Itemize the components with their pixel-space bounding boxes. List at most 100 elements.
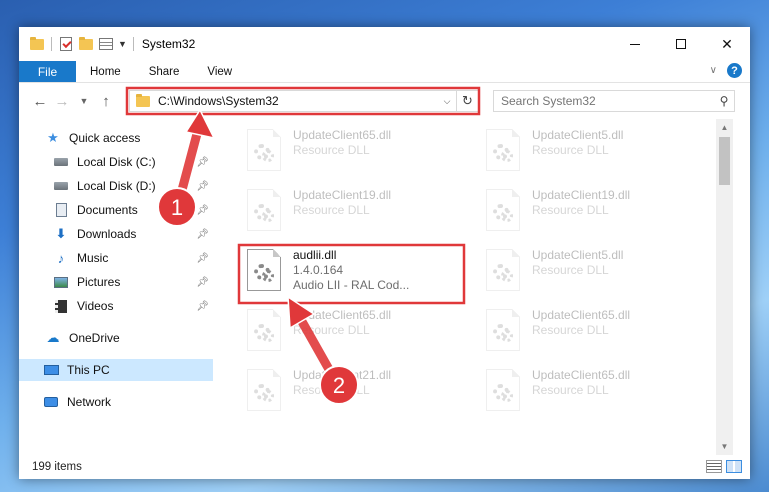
dll-file-icon bbox=[247, 129, 281, 171]
file-type: Resource DLL bbox=[293, 203, 370, 217]
tab-home[interactable]: Home bbox=[76, 61, 135, 82]
maximize-button[interactable] bbox=[658, 27, 704, 61]
tab-file[interactable]: File bbox=[19, 61, 76, 82]
file-name: UpdateClient65.dll bbox=[532, 308, 631, 322]
file-type: Resource DLL bbox=[293, 143, 370, 157]
file-type: Resource DLL bbox=[532, 263, 609, 277]
file-item[interactable]: UpdateClient19.dll Resource DLL bbox=[239, 183, 459, 239]
pin-icon[interactable]: 📌︎ bbox=[196, 277, 209, 288]
back-arrow-icon[interactable]: ← bbox=[29, 93, 51, 110]
file-item[interactable]: UpdateClient65.dll Resource DLL bbox=[478, 303, 698, 359]
dll-file-icon bbox=[486, 309, 520, 351]
sidebar-item-label: Local Disk (C:) bbox=[77, 155, 156, 169]
sidebar-item-label: Downloads bbox=[77, 227, 137, 241]
file-item[interactable]: UpdateClient65.dll Resource DLL bbox=[239, 123, 459, 179]
maximize-icon bbox=[676, 39, 686, 49]
sidebar-item-music[interactable]: ♪ Music 📌︎ bbox=[19, 247, 213, 269]
window-controls: ✕ bbox=[612, 27, 750, 61]
address-dropdown-icon[interactable]: ⌵ bbox=[438, 96, 456, 107]
recent-locations-icon[interactable]: ▼ bbox=[73, 96, 95, 106]
address-path[interactable]: C:\Windows\System32 bbox=[158, 94, 438, 108]
address-row: ← → ▼ ↑ C:\Windows\System32 ⌵ ↻ ⚲ bbox=[19, 83, 750, 119]
qat-dropdown-icon[interactable]: ▼ bbox=[118, 39, 127, 49]
file-name: UpdateClient5.dll bbox=[532, 248, 624, 262]
drive-icon bbox=[53, 179, 69, 193]
file-type: Resource DLL bbox=[293, 383, 370, 397]
window-title: System32 bbox=[141, 37, 196, 51]
item-count: 199 items bbox=[32, 461, 82, 473]
divider bbox=[51, 37, 52, 51]
file-item[interactable]: UpdateClient5.dll Resource DLL bbox=[478, 243, 698, 299]
properties-check-icon[interactable] bbox=[58, 36, 74, 52]
file-item[interactable]: UpdateClient65.dll Resource DLL bbox=[478, 363, 698, 419]
title-bar: ▼ System32 ✕ bbox=[19, 27, 750, 61]
sidebar-item-documents[interactable]: Documents 📌︎ bbox=[19, 199, 213, 221]
videos-icon bbox=[53, 299, 69, 313]
address-bar[interactable]: C:\Windows\System32 ⌵ ↻ bbox=[129, 90, 479, 112]
file-item-audlii-dll[interactable]: audlii.dll 1.4.0.164 Audio LII - RAL Cod… bbox=[239, 243, 459, 299]
sidebar-item-label: OneDrive bbox=[69, 331, 120, 345]
search-box[interactable]: ⚲ bbox=[493, 90, 735, 112]
file-item[interactable]: UpdateClient19.dll Resource DLL bbox=[478, 183, 698, 239]
folder-icon bbox=[136, 93, 150, 107]
scroll-up-icon[interactable]: ▲ bbox=[716, 119, 733, 136]
documents-icon bbox=[53, 203, 69, 217]
details-view-icon[interactable] bbox=[706, 460, 722, 473]
ribbon-tabs: File Home Share View ∨ ? bbox=[19, 61, 750, 83]
pin-icon[interactable]: 📌︎ bbox=[196, 181, 209, 192]
tab-view[interactable]: View bbox=[193, 61, 246, 82]
refresh-icon[interactable]: ↻ bbox=[456, 91, 478, 111]
folder-icon[interactable] bbox=[29, 36, 45, 52]
tiles-view-icon[interactable] bbox=[726, 460, 742, 473]
sidebar-item-label: Pictures bbox=[77, 275, 121, 289]
sidebar-item-quick-access[interactable]: ★ Quick access bbox=[19, 127, 213, 149]
sidebar-item-local-disk-d[interactable]: Local Disk (D:) 📌︎ bbox=[19, 175, 213, 197]
minimize-icon bbox=[630, 43, 640, 45]
search-icon[interactable]: ⚲ bbox=[714, 94, 734, 108]
tab-share[interactable]: Share bbox=[135, 61, 194, 82]
content-area: ★ Quick access Local Disk (C:) 📌︎ Local … bbox=[19, 119, 750, 455]
minimize-button[interactable] bbox=[612, 27, 658, 61]
customize-toolbar-icon[interactable] bbox=[98, 36, 114, 52]
search-input[interactable] bbox=[494, 94, 714, 108]
new-folder-icon[interactable] bbox=[78, 36, 94, 52]
pin-icon[interactable]: 📌︎ bbox=[196, 205, 209, 216]
pin-icon[interactable]: 📌︎ bbox=[196, 301, 209, 312]
sidebar-item-this-pc[interactable]: This PC bbox=[19, 359, 213, 381]
onedrive-icon: ☁ bbox=[46, 330, 60, 345]
scroll-down-icon[interactable]: ▼ bbox=[716, 438, 733, 455]
file-item[interactable]: UpdateClient5.dll Resource DLL bbox=[478, 123, 698, 179]
dll-file-icon bbox=[486, 129, 520, 171]
downloads-icon: ⬇ bbox=[55, 226, 67, 241]
forward-arrow-icon[interactable]: → bbox=[51, 93, 73, 110]
file-type: Resource DLL bbox=[532, 203, 609, 217]
pin-icon[interactable]: 📌︎ bbox=[196, 229, 209, 240]
sidebar-item-videos[interactable]: Videos 📌︎ bbox=[19, 295, 213, 317]
close-button[interactable]: ✕ bbox=[704, 27, 750, 61]
sidebar-item-label: Documents bbox=[77, 203, 138, 217]
close-icon: ✕ bbox=[721, 35, 733, 52]
file-item[interactable]: UpdateClient21.dll Resource DLL bbox=[239, 363, 459, 419]
sidebar-item-local-disk-c[interactable]: Local Disk (C:) 📌︎ bbox=[19, 151, 213, 173]
sidebar-item-downloads[interactable]: ⬇ Downloads 📌︎ bbox=[19, 223, 213, 245]
file-description: Audio LII - RAL Cod... bbox=[293, 278, 410, 292]
sidebar-item-onedrive[interactable]: ☁ OneDrive bbox=[19, 327, 213, 349]
dll-file-icon bbox=[247, 189, 281, 231]
sidebar-item-network[interactable]: Network bbox=[19, 391, 213, 413]
file-name: UpdateClient19.dll bbox=[532, 188, 631, 202]
scroll-thumb[interactable] bbox=[719, 137, 730, 185]
pin-icon[interactable]: 📌︎ bbox=[196, 157, 209, 168]
quick-access-toolbar: ▼ bbox=[19, 36, 136, 52]
sidebar-item-pictures[interactable]: Pictures 📌︎ bbox=[19, 271, 213, 293]
drive-icon bbox=[53, 155, 69, 169]
up-arrow-icon[interactable]: ↑ bbox=[95, 93, 117, 110]
expand-ribbon-icon[interactable]: ∨ bbox=[710, 65, 717, 76]
star-icon: ★ bbox=[47, 130, 59, 145]
file-explorer-window: ▼ System32 ✕ File Home Share View ∨ ? ← … bbox=[19, 27, 750, 479]
file-name: UpdateClient65.dll bbox=[293, 128, 392, 142]
file-item[interactable]: UpdateClient65.dll Resource DLL bbox=[239, 303, 459, 359]
music-icon: ♪ bbox=[57, 250, 65, 266]
help-icon[interactable]: ? bbox=[727, 63, 742, 78]
pin-icon[interactable]: 📌︎ bbox=[196, 253, 209, 264]
vertical-scrollbar[interactable]: ▲ ▼ bbox=[716, 119, 733, 455]
